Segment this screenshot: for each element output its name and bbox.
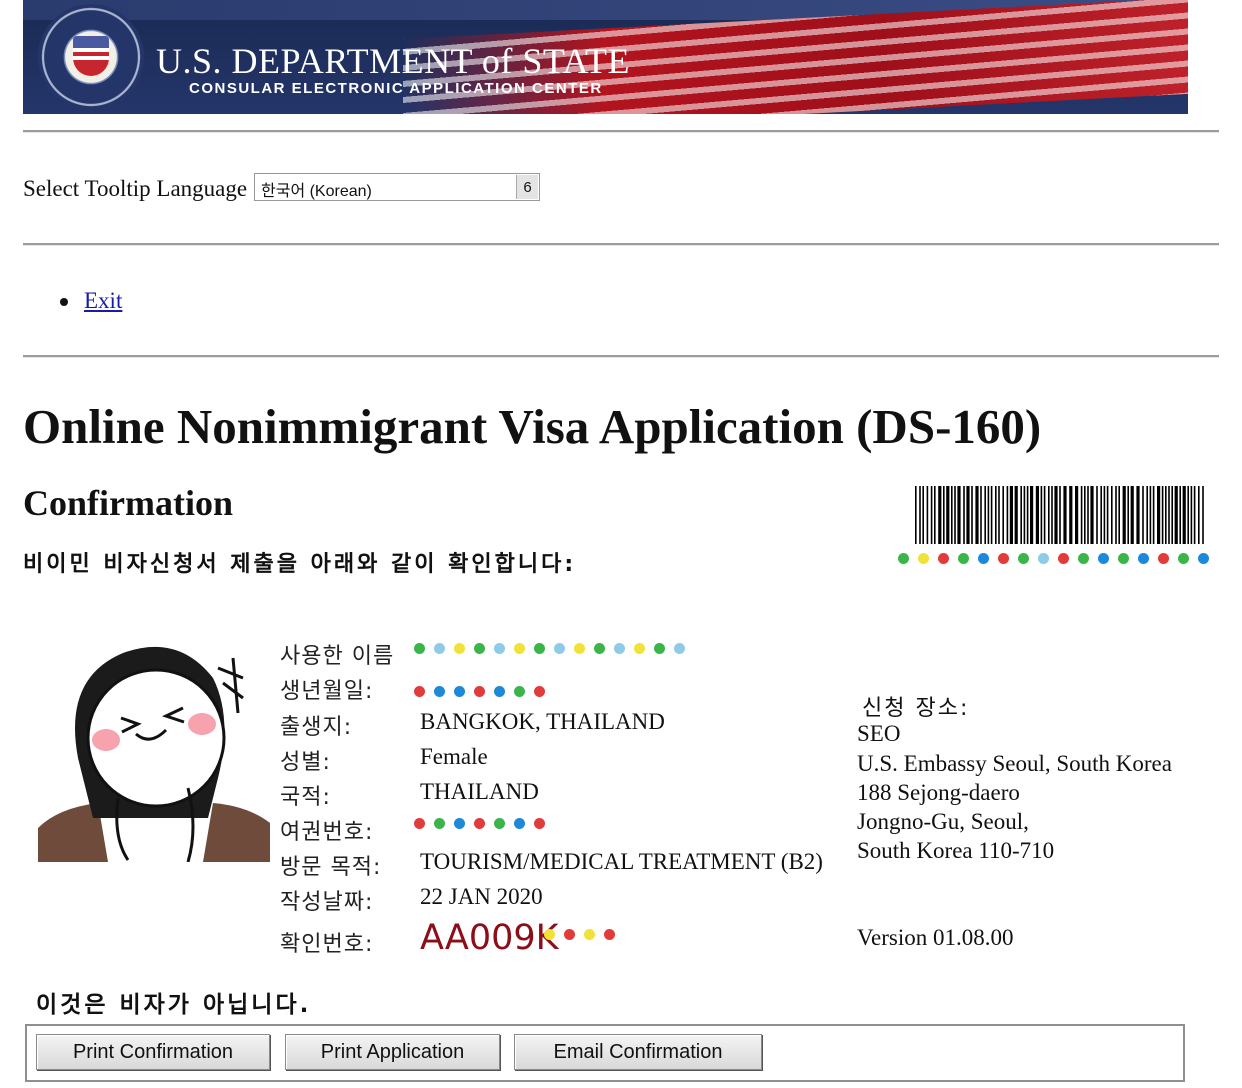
page-subtitle: Confirmation [23, 483, 233, 523]
field-label-sex: 성별: [280, 750, 331, 775]
page-title: Online Nonimmigrant Visa Application (DS… [23, 399, 1042, 454]
redacted-confirmation-suffix [544, 929, 615, 940]
eagle-shield-icon [73, 36, 109, 76]
email-confirmation-button[interactable]: Email Confirmation [514, 1034, 762, 1070]
redacted-dob [414, 686, 545, 697]
field-value-purpose: TOURISM/MEDICAL TREATMENT (B2) [420, 849, 823, 874]
dropdown-arrow-icon[interactable]: 6 [516, 175, 538, 199]
location-line: South Korea 110-710 [857, 838, 1055, 863]
not-a-visa-notice: 이것은 비자가 아닙니다. [36, 992, 312, 1018]
field-value-date: 22 JAN 2020 [420, 884, 543, 909]
header-title: U.S. DEPARTMENT of STATE [156, 41, 631, 81]
version-text: Version 01.08.00 [857, 925, 1014, 950]
divider [23, 243, 1219, 246]
redacted-name [414, 643, 685, 654]
field-label-name: 사용한 이름 [280, 644, 395, 669]
field-label-date: 작성날짜: [280, 890, 374, 915]
redacted-passport [414, 818, 545, 829]
print-confirmation-button[interactable]: Print Confirmation [36, 1034, 270, 1070]
field-label-dob: 생년월일: [280, 679, 374, 704]
location-label: 신청 장소: [862, 696, 970, 721]
exit-link[interactable]: Exit [84, 288, 122, 314]
tooltip-language-select[interactable]: 한국어 (Korean) 6 [254, 173, 540, 201]
bullet-icon [60, 298, 68, 306]
location-line: 188 Sejong-daero [857, 780, 1020, 805]
barcode-icon [915, 486, 1204, 544]
applicant-photo-sticker-icon [38, 646, 270, 862]
field-value-nationality: THAILAND [420, 779, 539, 804]
tooltip-language-label: Select Tooltip Language [23, 176, 248, 201]
field-value-birthplace: BANGKOK, THAILAND [420, 709, 665, 734]
field-value-sex: Female [420, 744, 488, 769]
intro-text: 비이민 비자신청서 제출을 아래와 같이 확인합니다: [23, 552, 577, 577]
location-code: SEO [857, 721, 901, 746]
field-label-nationality: 국적: [280, 785, 331, 810]
header-banner: U.S. DEPARTMENT of STATE CONSULAR ELECTR… [23, 0, 1188, 114]
redacted-barcode-number [898, 553, 1209, 564]
location-line: U.S. Embassy Seoul, South Korea [857, 751, 1172, 776]
divider [23, 355, 1219, 358]
field-label-confirmation: 확인번호: [280, 932, 374, 957]
field-label-purpose: 방문 목적: [280, 855, 382, 880]
confirmation-number: AA009K [420, 918, 559, 958]
field-label-passport: 여권번호: [280, 820, 374, 845]
header-subtitle: CONSULAR ELECTRONIC APPLICATION CENTER [189, 80, 603, 97]
department-of-state-seal-icon [38, 4, 144, 110]
location-line: Jongno-Gu, Seoul, [857, 809, 1029, 834]
print-application-button[interactable]: Print Application [285, 1034, 500, 1070]
divider [23, 130, 1219, 133]
tooltip-language-value: 한국어 (Korean) [261, 183, 372, 200]
field-label-birthplace: 출생지: [280, 715, 353, 740]
